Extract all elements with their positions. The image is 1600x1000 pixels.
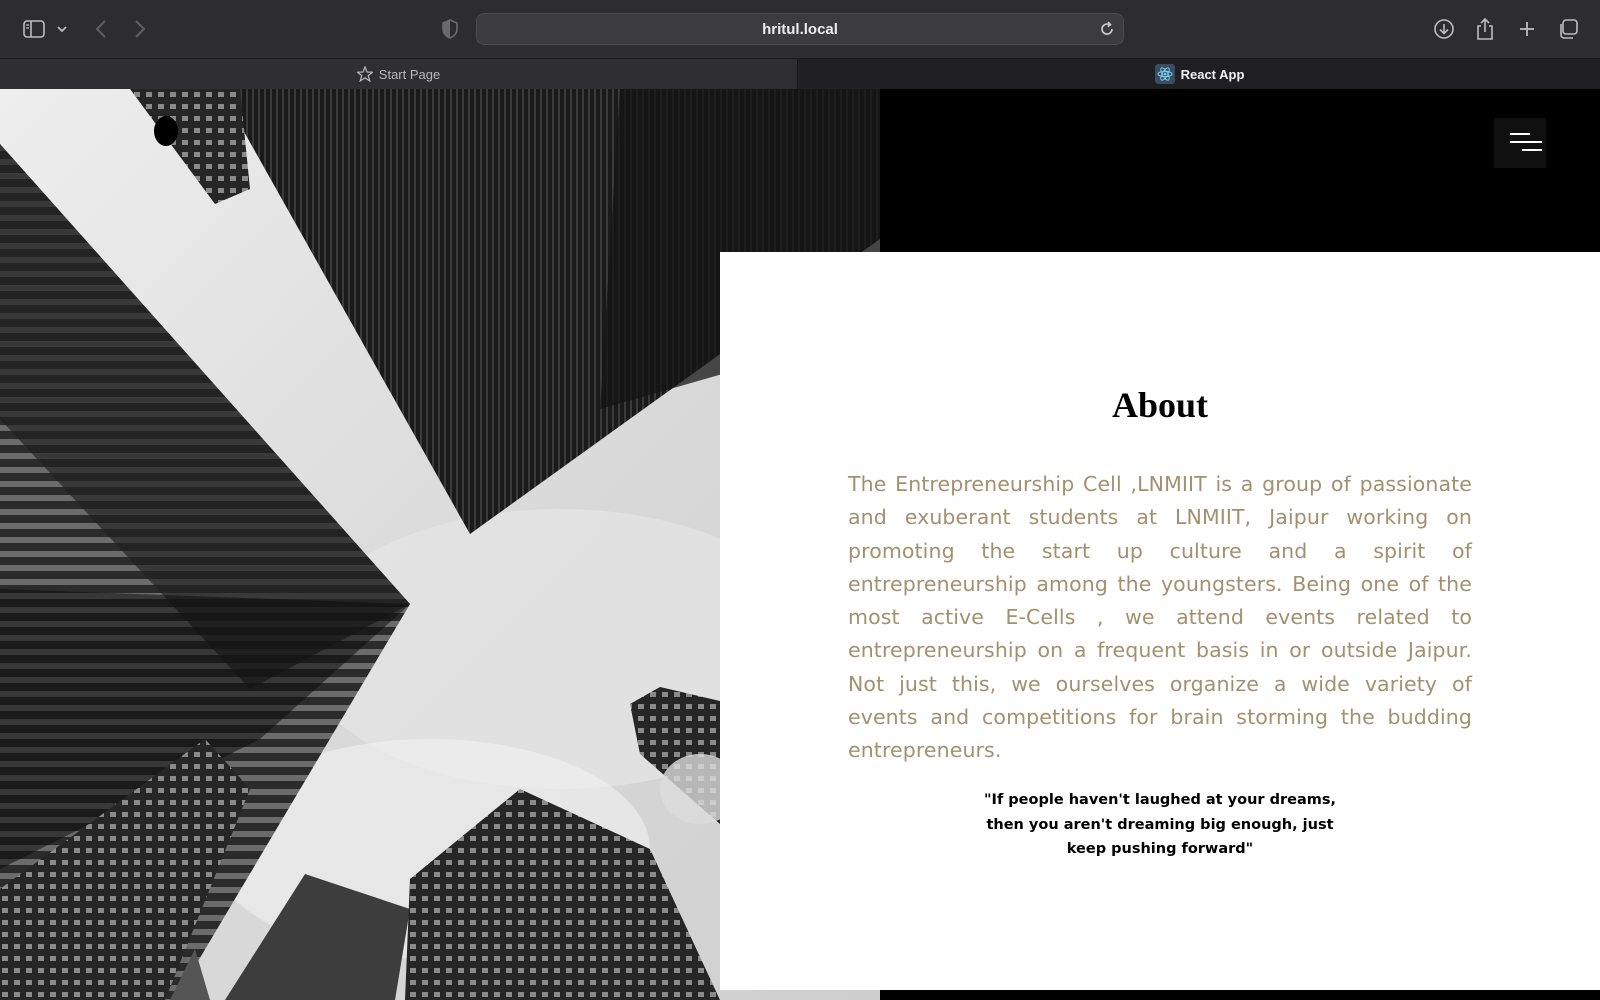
- address-bar[interactable]: hritul.local: [476, 13, 1124, 45]
- about-quote: "If people haven't laughed at your dream…: [984, 792, 1336, 857]
- share-icon[interactable]: [1471, 15, 1499, 43]
- tabs-overview-icon[interactable]: [1554, 15, 1582, 43]
- back-icon[interactable]: [87, 15, 115, 43]
- download-icon[interactable]: [1430, 15, 1458, 43]
- reload-icon[interactable]: [1097, 19, 1117, 39]
- react-icon: [1154, 64, 1175, 84]
- tab-react-app[interactable]: React App: [799, 59, 1600, 89]
- tab-label: Start Page: [378, 66, 441, 82]
- plus-icon[interactable]: [1513, 15, 1541, 43]
- tab-start-page[interactable]: Start Page: [0, 59, 798, 89]
- sidebar-icon[interactable]: [20, 15, 48, 43]
- page-viewport: About The Entrepreneurship Cell ,LNMIIT …: [0, 89, 1600, 1000]
- about-description: The Entrepreneurship Cell ,LNMIIT is a g…: [848, 472, 1472, 763]
- browser-toolbar: hritul.local: [0, 0, 1600, 58]
- tab-label: React App: [1180, 66, 1245, 82]
- about-section: About The Entrepreneurship Cell ,LNMIIT …: [720, 252, 1600, 990]
- shield-icon[interactable]: [436, 15, 464, 43]
- forward-icon[interactable]: [126, 15, 154, 43]
- chevron-down-icon[interactable]: [50, 15, 74, 43]
- hamburger-menu-icon[interactable]: [1494, 118, 1546, 168]
- about-title: About: [1111, 385, 1209, 425]
- url-text: hritul.local: [762, 21, 838, 38]
- star-icon: [356, 66, 373, 82]
- tab-bar: Start Page React App: [0, 58, 1600, 89]
